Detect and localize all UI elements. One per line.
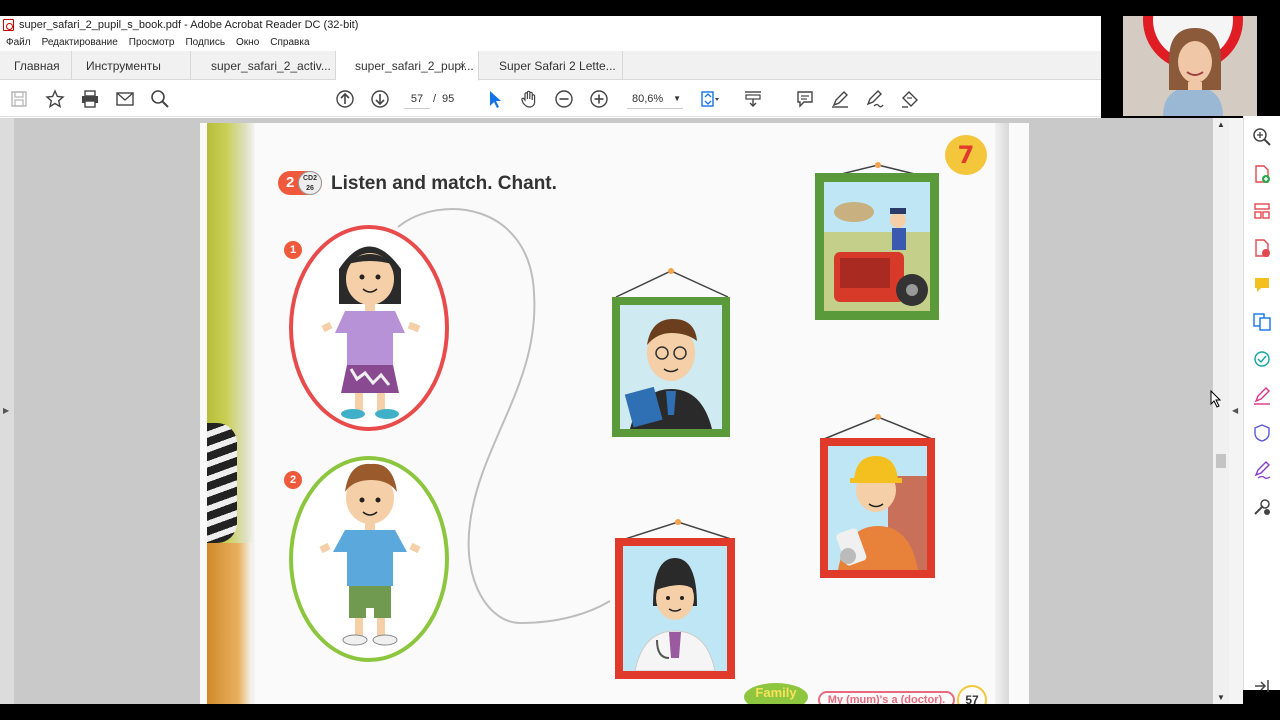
edit-pdf-icon[interactable] (1252, 460, 1272, 480)
fill-sign-icon[interactable] (1252, 386, 1272, 406)
document-viewport[interactable]: ▶ 7 2 CD226 Listen and match. Chant. 1 (0, 118, 1243, 704)
unit-title-badge: Family (744, 683, 808, 704)
tab-close-icon[interactable]: × (460, 60, 466, 72)
top-black-strip (0, 0, 1280, 16)
more-tools-icon[interactable] (1252, 497, 1272, 517)
create-pdf-icon[interactable] (1252, 164, 1272, 184)
combine-files-icon[interactable] (1252, 312, 1272, 332)
tab-tools[interactable]: Инструменты (72, 51, 191, 80)
bottom-black-strip (0, 704, 1280, 720)
scroll-thumb[interactable] (1216, 454, 1226, 468)
tab-label: Super Safari 2 Lette... (499, 58, 616, 73)
builder-frame-hanger (823, 414, 933, 440)
page-number-input[interactable]: 57 (404, 89, 430, 109)
scroll-mode-icon[interactable] (743, 89, 763, 109)
save-icon[interactable] (9, 89, 29, 109)
pdf-page: 7 2 CD2 26 Listen and match. Chant. 1 2 … (200, 123, 1029, 704)
menu-file[interactable]: Файл (6, 37, 31, 48)
menu-view[interactable]: Просмотр (129, 37, 175, 48)
zoom-search-icon[interactable] (1252, 127, 1272, 147)
page-up-icon[interactable] (335, 89, 355, 109)
search-zoom-icon[interactable] (150, 89, 170, 109)
comment-tool-icon[interactable] (1252, 275, 1272, 295)
expand-left-icon: ▶ (3, 406, 10, 415)
acrobat-window: super_safari_2_pupil_s_book.pdf - Adobe … (0, 16, 1243, 704)
hand-icon[interactable] (519, 89, 539, 109)
menu-window[interactable]: Окно (236, 37, 259, 48)
right-pane-toggle[interactable]: ◀ (1229, 118, 1243, 704)
tab-home[interactable]: Главная (0, 51, 72, 80)
collapse-pane-icon[interactable] (1252, 676, 1272, 696)
email-icon[interactable] (115, 89, 135, 109)
webcam-border (1257, 16, 1280, 116)
vertical-scrollbar[interactable]: ▲ ▼ (1213, 118, 1229, 704)
farmer-picture (824, 182, 930, 311)
menu-edit[interactable]: Редактирование (42, 37, 118, 48)
menu-help[interactable]: Справка (270, 37, 309, 48)
teacher-frame-hanger (615, 268, 729, 298)
window-title: super_safari_2_pupil_s_book.pdf - Adobe … (19, 19, 359, 31)
tab-pupils-book[interactable]: super_safari_2_pupi... × (336, 51, 479, 81)
tab-label: super_safari_2_activ... (211, 58, 331, 73)
doctor-frame (615, 538, 735, 679)
tab-bar: Главная Инструменты super_safari_2_activ… (0, 51, 1101, 81)
zoom-out-icon[interactable] (554, 89, 574, 109)
send-review-icon[interactable] (1252, 349, 1272, 369)
chevron-down-icon: ▼ (673, 94, 681, 103)
bookmark-star-icon[interactable] (45, 89, 65, 109)
farmer-frame (815, 173, 939, 320)
doctor-picture (623, 546, 727, 672)
scroll-down-icon[interactable]: ▼ (1217, 693, 1225, 702)
comment-icon[interactable] (795, 89, 815, 109)
presenter-image (1123, 16, 1257, 116)
left-pane-toggle[interactable]: ▶ (0, 118, 14, 704)
tools-pane (1243, 102, 1280, 692)
screen: super_safari_2_pupil_s_book.pdf - Adobe … (0, 0, 1280, 720)
tab-label: Главная (14, 58, 60, 73)
target-language-sentence: My (mum)'s a (doctor). (818, 691, 955, 704)
title-bar: super_safari_2_pupil_s_book.pdf - Adobe … (0, 16, 1101, 34)
page-total: 95 (442, 93, 455, 105)
highlight-pen-icon[interactable] (830, 89, 850, 109)
protect-icon[interactable] (1252, 423, 1272, 443)
mouse-cursor-icon (1210, 390, 1222, 408)
toolbar: 57 / 95 80,6% ▼ (0, 81, 1101, 117)
export-pdf-icon[interactable] (1252, 238, 1272, 258)
tab-label: super_safari_2_pupi... (355, 58, 474, 73)
tab-letters[interactable]: Super Safari 2 Lette... (479, 51, 623, 80)
teacher-frame (612, 297, 730, 437)
page-separator: / (433, 93, 437, 105)
select-arrow-icon[interactable] (484, 89, 504, 109)
print-icon[interactable] (80, 89, 100, 109)
stamp-icon[interactable] (900, 89, 920, 109)
zoom-in-icon[interactable] (589, 89, 609, 109)
teacher-picture (620, 305, 722, 429)
page-down-icon[interactable] (370, 89, 390, 109)
menu-bar: Файл Редактирование Просмотр Подпись Окн… (0, 34, 1101, 51)
tab-label: Инструменты (86, 58, 161, 73)
builder-frame (820, 438, 935, 578)
fit-page-icon[interactable] (700, 89, 720, 109)
zoom-select[interactable]: 80,6% ▼ (627, 89, 683, 109)
webcam-video (1123, 16, 1257, 116)
scroll-up-icon[interactable]: ▲ (1217, 120, 1225, 129)
pdf-app-icon (3, 19, 14, 31)
collapse-right-icon: ◀ (1232, 406, 1239, 415)
builder-picture (828, 446, 927, 570)
sign-icon[interactable] (865, 89, 885, 109)
organize-pages-icon[interactable] (1252, 201, 1272, 221)
zoom-value: 80,6% (632, 93, 664, 105)
menu-sign[interactable]: Подпись (185, 37, 225, 48)
tab-activity-book[interactable]: super_safari_2_activ... (191, 51, 336, 80)
